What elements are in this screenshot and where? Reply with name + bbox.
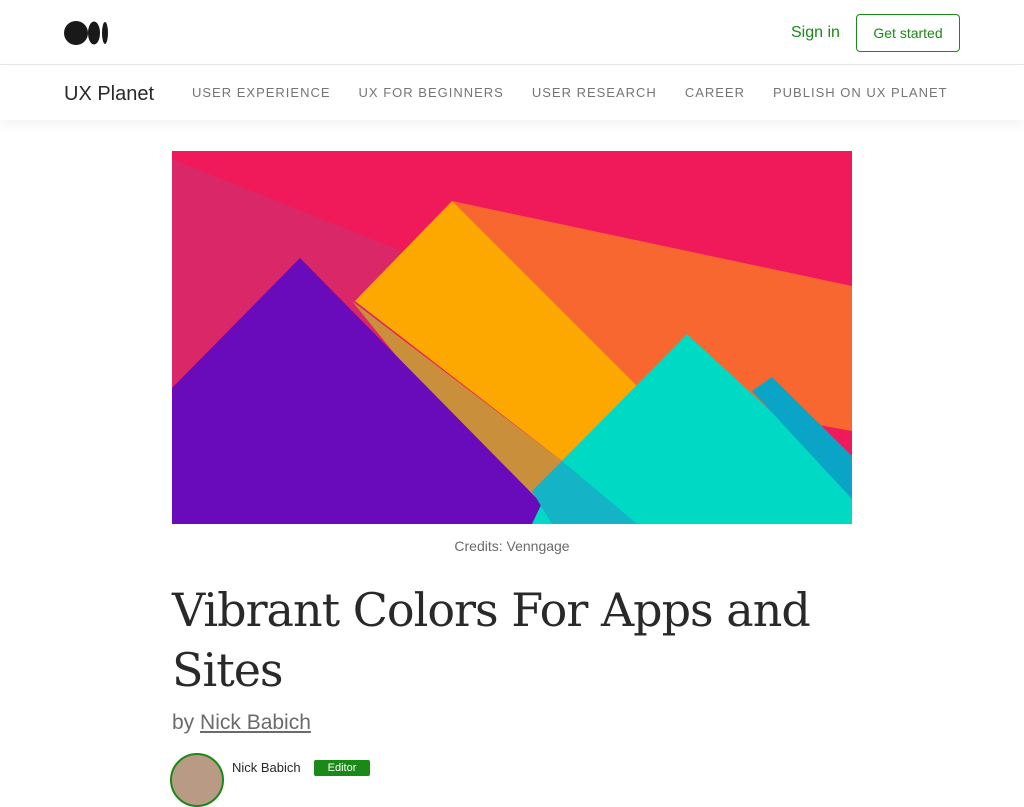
top-bar: Sign in Get started [0,0,1024,65]
publication-name[interactable]: UX Planet [64,82,154,106]
editor-badge: Editor [314,760,370,776]
hero-image [172,151,852,524]
byline-prefix: by [172,711,195,734]
medium-logo-icon[interactable] [64,21,110,45]
sign-in-link[interactable]: Sign in [791,23,840,43]
article-title: Vibrant Colors For Apps and Sites [172,583,811,697]
nav-link-publish[interactable]: PUBLISH ON UX PLANET [773,66,948,120]
nav-link-career[interactable]: CAREER [685,66,745,120]
nav-link-user-research[interactable]: USER RESEARCH [532,66,657,120]
publication-nav-links: USER EXPERIENCE UX FOR BEGINNERS USER RESE… [192,66,960,120]
image-caption: Credits: Venngage [454,538,570,554]
nav-link-user-experience[interactable]: USER EXPERIENCE [192,66,331,120]
byline: by Nick Babich [172,709,311,737]
get-started-button[interactable]: Get started [856,14,960,52]
author-link[interactable]: Nick Babich [200,711,311,734]
author-avatar[interactable] [170,753,224,807]
nav-link-ux-for-beginners[interactable]: UX FOR BEGINNERS [359,66,504,120]
publication-nav: UX Planet USER EXPERIENCE UX FOR BEGINNER… [0,66,1024,120]
